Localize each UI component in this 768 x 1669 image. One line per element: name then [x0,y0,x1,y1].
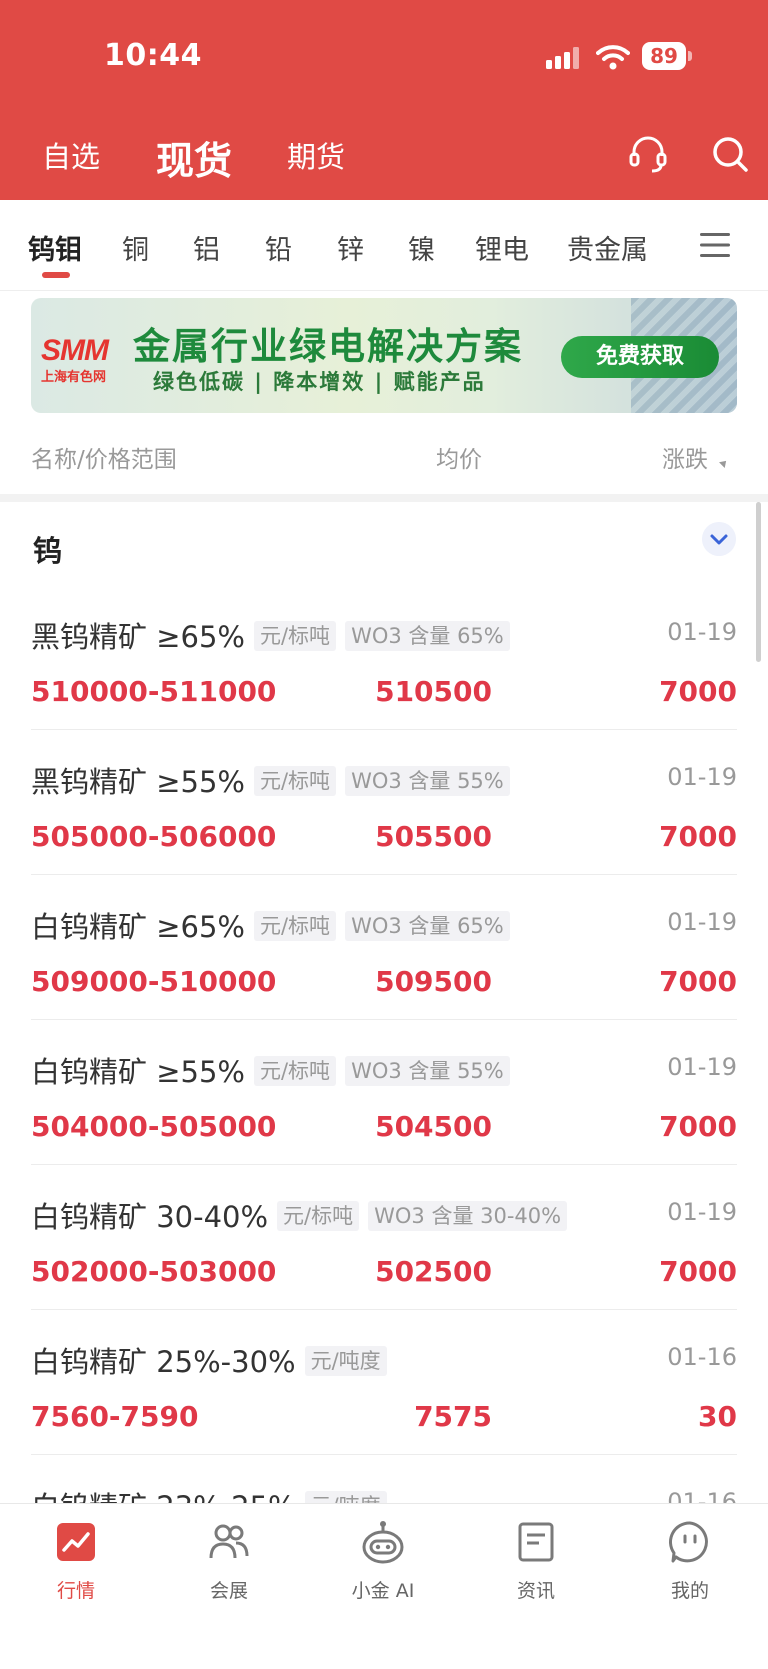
market-chart-icon[interactable] [54,1520,98,1564]
unit-tag: 元/标吨 [253,766,337,796]
people-icon[interactable] [207,1520,251,1564]
price-range: 509000-510000 [31,965,277,998]
average-price: 505500 [375,820,492,853]
smm-logo-subtitle: 上海有色网 [41,370,107,385]
unit-tag: 元/标吨 [277,1201,360,1231]
average-price: 502500 [375,1255,492,1288]
section-divider [0,494,768,502]
price-range: 510000-511000 [31,675,277,708]
banner-title: 金属行业绿电解决方案 [133,325,523,368]
category-precious-metals[interactable]: 贵金属 [567,228,648,267]
search-icon[interactable] [710,134,750,174]
smm-logo: SMM [41,334,109,367]
price-change: 7000 [659,1255,737,1288]
tab-futures[interactable]: 期货 [287,134,345,176]
unit-tag: 元/标吨 [253,621,337,651]
nav-label-ai[interactable]: 小金 AI [323,1576,443,1603]
table-row[interactable]: 黑钨精矿 ≥65% 元/标吨 WO3 含量 65% 01-19 510000-511… [31,584,737,730]
scrollbar[interactable] [756,502,761,662]
tab-spot[interactable]: 现货 [156,130,232,185]
robot-icon[interactable] [361,1520,405,1564]
average-price: 7575 [414,1400,492,1433]
unit-tag: 元/标吨 [253,911,337,941]
active-tab-indicator [42,272,70,278]
price-date: 01-19 [667,763,737,791]
product-name: 黑钨精矿 ≥55% 元/标吨 WO3 含量 55% [31,759,510,801]
wifi-icon [596,45,630,70]
battery-level: 89 [642,42,686,70]
unit-tag: 元/标吨 [253,1056,337,1086]
price-range: 505000-506000 [31,820,277,853]
price-change: 7000 [659,965,737,998]
category-lead[interactable]: 铅 [265,228,292,267]
column-header-avg: 均价 [436,447,482,473]
table-row[interactable]: 白钨精矿 ≥55% 元/标吨 WO3 含量 55% 01-19 504000-505… [31,1019,737,1165]
price-change: 7000 [659,1110,737,1143]
unit-tag: 元/吨度 [304,1346,387,1376]
price-range: 504000-505000 [31,1110,277,1143]
table-row[interactable]: 白钨精矿 25%-30% 元/吨度 01-16 7560-7590 7575 30 [31,1309,737,1455]
product-name: 白钨精矿 30-40% 元/标吨 WO3 含量 30-40% [31,1194,568,1236]
app-header: 10:44 89 自选 现货 期货 [0,0,768,200]
chevron-down-icon[interactable] [702,522,736,556]
menu-icon[interactable] [700,232,730,258]
price-date: 01-19 [667,1198,737,1226]
category-bar [0,200,768,291]
cellular-signal-icon [546,47,579,69]
product-name: 黑钨精矿 ≥65% 元/标吨 WO3 含量 65% [31,614,510,656]
column-header-name: 名称/价格范围 [31,447,177,473]
nav-label-news[interactable]: 资讯 [476,1576,596,1603]
profile-face-icon[interactable] [668,1520,712,1564]
price-date: 01-19 [667,618,737,646]
price-change: 7000 [659,675,737,708]
battery-tip [688,51,692,61]
spec-tag: WO3 含量 55% [345,1056,510,1086]
banner-cta-button[interactable]: 免费获取 [561,336,719,378]
price-change: 30 [698,1400,737,1433]
tab-watchlist[interactable]: 自选 [42,134,100,176]
category-zinc[interactable]: 锌 [337,228,364,267]
category-tungsten-molybdenum[interactable]: 钨钼 [28,228,82,267]
spec-tag: WO3 含量 55% [345,766,510,796]
sort-indicator-icon[interactable] [719,458,729,468]
news-icon[interactable] [514,1520,558,1564]
category-aluminum[interactable]: 铝 [193,228,220,267]
price-change: 7000 [659,820,737,853]
battery-indicator: 89 [642,42,692,70]
product-name: 白钨精矿 ≥65% 元/标吨 WO3 含量 65% [31,904,510,946]
average-price: 510500 [375,675,492,708]
status-time: 10:44 [104,38,202,73]
spec-tag: WO3 含量 30-40% [368,1201,568,1231]
price-range: 502000-503000 [31,1255,277,1288]
nav-label-market[interactable]: 行情 [16,1576,136,1603]
column-header-change[interactable]: 涨跌 [662,440,708,474]
product-name: 白钨精矿 25%-30% 元/吨度 [31,1339,387,1381]
category-nickel[interactable]: 镍 [408,228,435,267]
banner-subtitle: 绿色低碳 | 降本增效 | 赋能产品 [153,370,486,394]
table-row[interactable]: 白钨精矿 ≥65% 元/标吨 WO3 含量 65% 01-19 509000-510… [31,874,737,1020]
category-copper[interactable]: 铜 [122,228,149,267]
product-name: 白钨精矿 ≥55% 元/标吨 WO3 含量 55% [31,1049,510,1091]
group-title: 钨 [33,534,63,568]
price-date: 01-19 [667,908,737,936]
spec-tag: WO3 含量 65% [345,621,510,651]
spec-tag: WO3 含量 65% [345,911,510,941]
promo-banner[interactable]: SMM 上海有色网 金属行业绿电解决方案 绿色低碳 | 降本增效 | 赋能产品 … [31,298,737,413]
price-range: 7560-7590 [31,1400,199,1433]
price-date: 01-16 [667,1343,737,1371]
nav-label-mine[interactable]: 我的 [630,1576,750,1603]
table-row[interactable]: 白钨精矿 30-40% 元/标吨 WO3 含量 30-40% 01-19 50200… [31,1164,737,1310]
price-date: 01-19 [667,1053,737,1081]
headset-icon[interactable] [628,134,668,174]
table-row[interactable]: 黑钨精矿 ≥55% 元/标吨 WO3 含量 55% 01-19 505000-506… [31,729,737,875]
category-lithium[interactable]: 锂电 [475,228,529,267]
average-price: 504500 [375,1110,492,1143]
nav-label-exhibition[interactable]: 会展 [169,1576,289,1603]
average-price: 509500 [375,965,492,998]
